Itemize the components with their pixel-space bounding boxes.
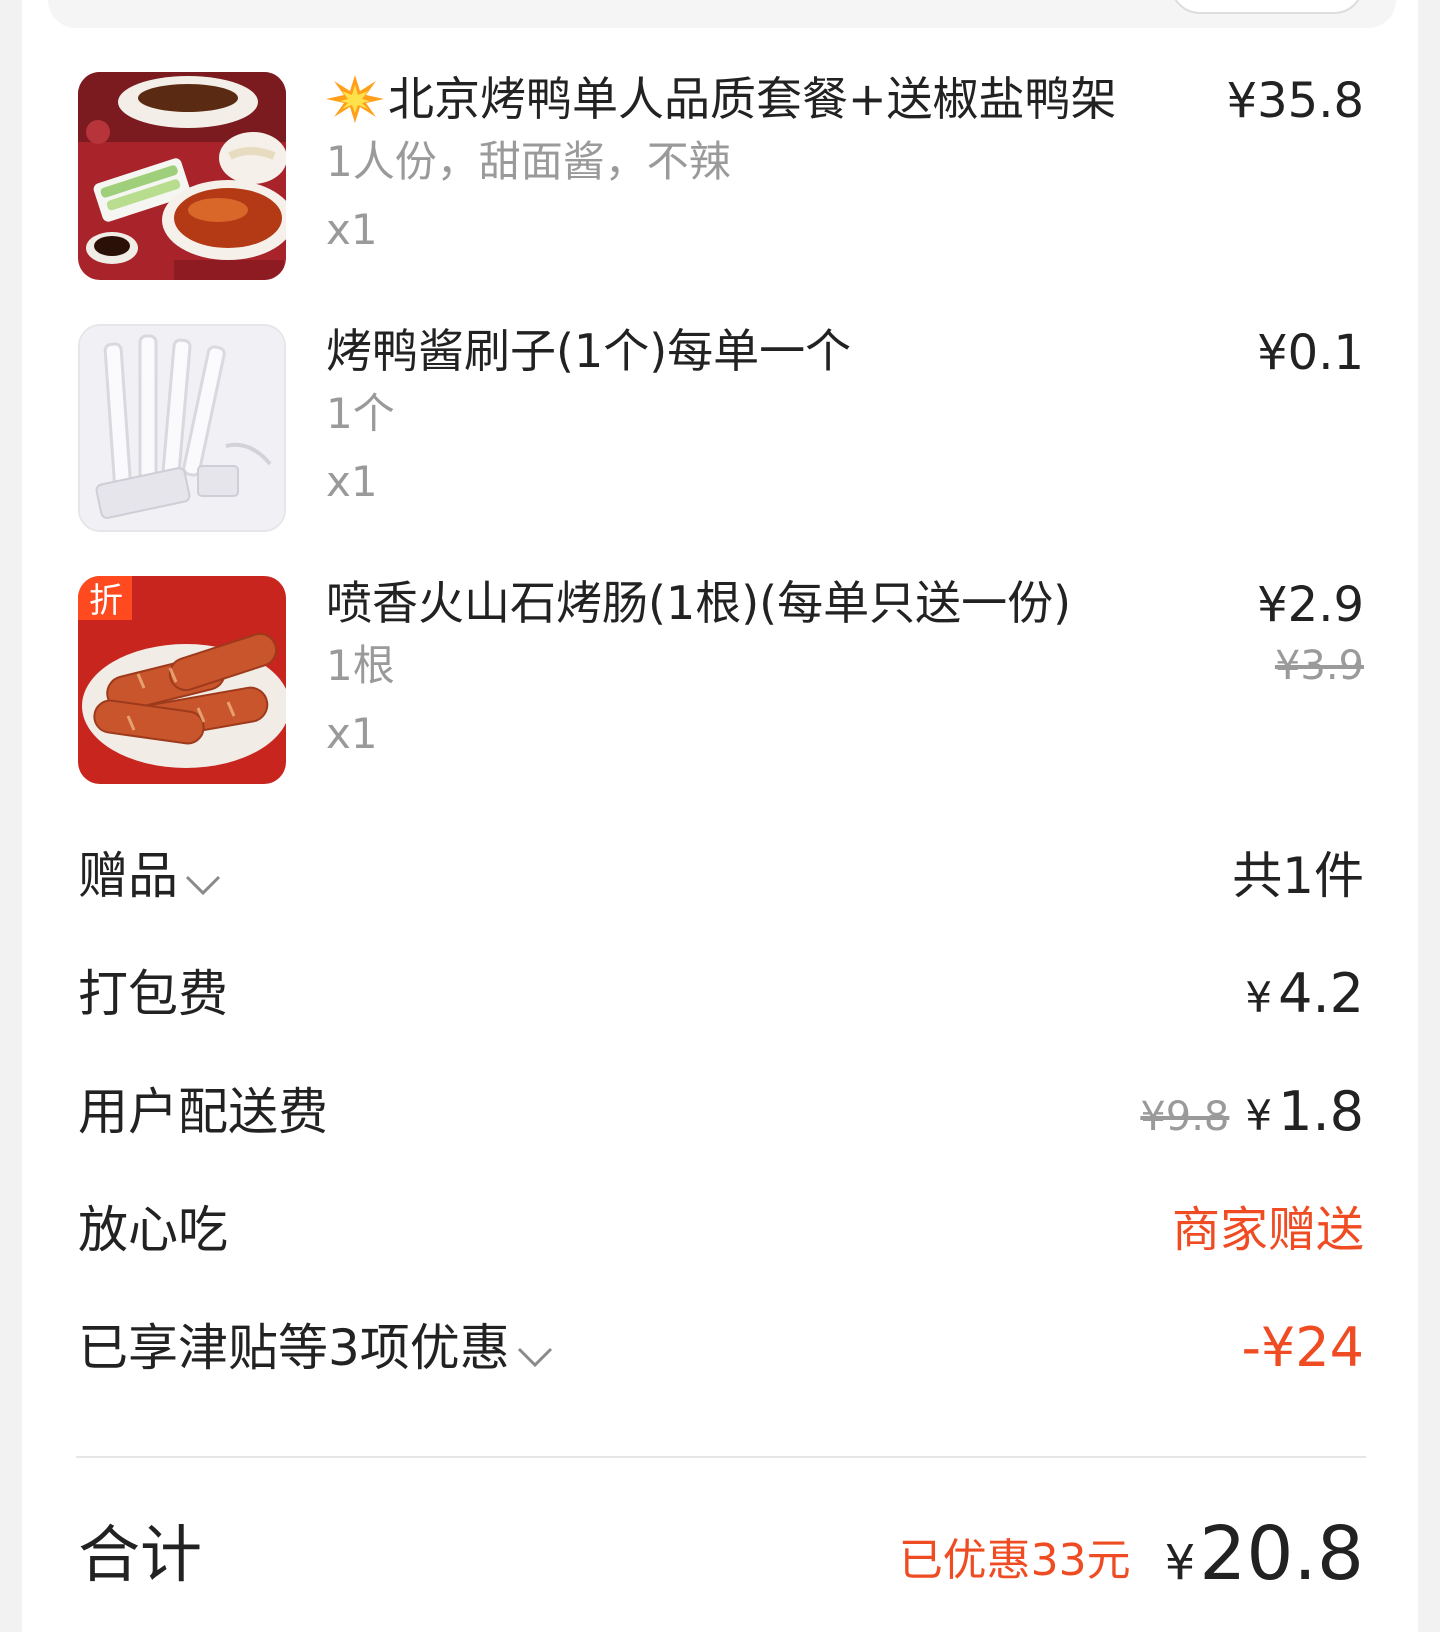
discounts-label[interactable]: 已享津贴等3项优惠 [78,1308,554,1392]
delivery-fee-label: 用户配送费 [78,1083,328,1141]
sausage-photo: 折 [78,576,286,784]
roast-duck-photo [78,72,286,280]
item-price: ¥0.1 [1257,325,1364,381]
order-item[interactable]: 折 喷香火山石烤肠(1根)(每单只送一份) 1根 x1 ¥2.9 ¥3.9 [78,576,1364,786]
total-amount: 20.8 [1199,1511,1364,1597]
item-original-price: ¥3.9 [1274,643,1364,689]
discount-badge: 折 [89,581,123,621]
item-name: 烤鸭酱刷子(1个)每单一个 [326,324,852,378]
item-price: ¥35.8 [1226,73,1364,129]
chevron-down-icon [516,1312,554,1392]
divider [76,1456,1366,1458]
order-item[interactable]: 北京烤鸭单人品质套餐+送椒盐鸭架 1人份，甜面酱，不辣 x1 ¥35.8 [78,72,1364,282]
previous-section-button[interactable] [1170,0,1364,14]
item-price: ¥2.9 [1257,577,1364,633]
item-quantity: x1 [326,709,378,758]
item-quantity: x1 [326,457,378,506]
brush-photo [78,324,286,532]
item-quantity: x1 [326,205,378,254]
gift-row[interactable]: 赠品 共1件 [78,836,1364,916]
assurance-label: 放心吃 [78,1201,228,1259]
item-name: 喷香火山石烤肠(1根)(每单只送一份) [326,576,1072,630]
item-name: 北京烤鸭单人品质套餐+送椒盐鸭架 [326,68,1117,138]
gift-label[interactable]: 赠品 [78,836,222,920]
chevron-down-icon [184,840,222,920]
item-spec: 1根 [326,641,395,690]
delivery-fee-value: ¥9.8 ¥1.8 [1140,1080,1364,1143]
discounts-value: -¥24 [1241,1316,1364,1379]
order-item[interactable]: 烤鸭酱刷子(1个)每单一个 1个 x1 ¥0.1 [78,324,1364,534]
total-label: 合计 [78,1518,203,1591]
delivery-fee-row: 用户配送费 ¥9.8 ¥1.8 [78,1072,1364,1152]
item-spec: 1人份，甜面酱，不辣 [326,137,731,186]
total-saved: 已优惠33元 [898,1535,1131,1586]
packing-fee-value: ¥4.2 [1245,962,1364,1025]
item-spec: 1个 [326,389,395,438]
delivery-fee-original: ¥9.8 [1140,1094,1230,1140]
discounts-row[interactable]: 已享津贴等3项优惠 -¥24 [78,1308,1364,1388]
total-value: 已优惠33元 ¥20.8 [898,1511,1364,1597]
previous-section-edge [48,0,1396,28]
gift-count: 共1件 [1232,847,1364,905]
explosion-icon [326,75,388,138]
assurance-value: 商家赠送 [1171,1202,1364,1258]
packing-fee-label: 打包费 [78,965,228,1023]
assurance-row: 放心吃 商家赠送 [78,1190,1364,1270]
packing-fee-row: 打包费 ¥4.2 [78,954,1364,1034]
